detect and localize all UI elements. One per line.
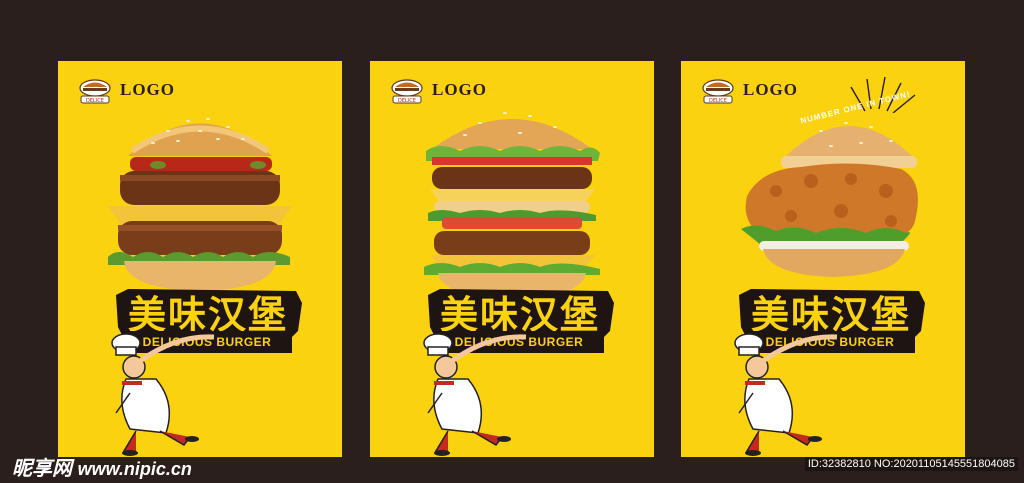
chef-mascot-icon: [111, 333, 215, 456]
watermark-url: www.nipic.cn: [77, 459, 192, 479]
chef-mascot-icon: [423, 333, 527, 456]
poster-1: DELICE LOGO 美味汉堡 DELICIOUS BURGER: [58, 61, 342, 457]
poster-3: DELICE LOGO NUMBER ONE IN TOWN! 美味汉堡 DEL…: [681, 61, 965, 457]
crispy-chicken-burger-image: [741, 122, 918, 277]
image-id-label: ID:32382810 NO:20201105145551804085: [804, 457, 1018, 471]
double-cheeseburger-image: [108, 118, 292, 291]
watermark: 昵享网 www.nipic.cn: [12, 452, 192, 481]
watermark-brand: 昵享网: [12, 458, 72, 480]
chef-mascot-icon: [734, 333, 838, 456]
poster-2: DELICE LOGO 美味汉堡 DELICIOUS BURGER: [370, 61, 654, 457]
triple-burger-image: [424, 112, 600, 299]
